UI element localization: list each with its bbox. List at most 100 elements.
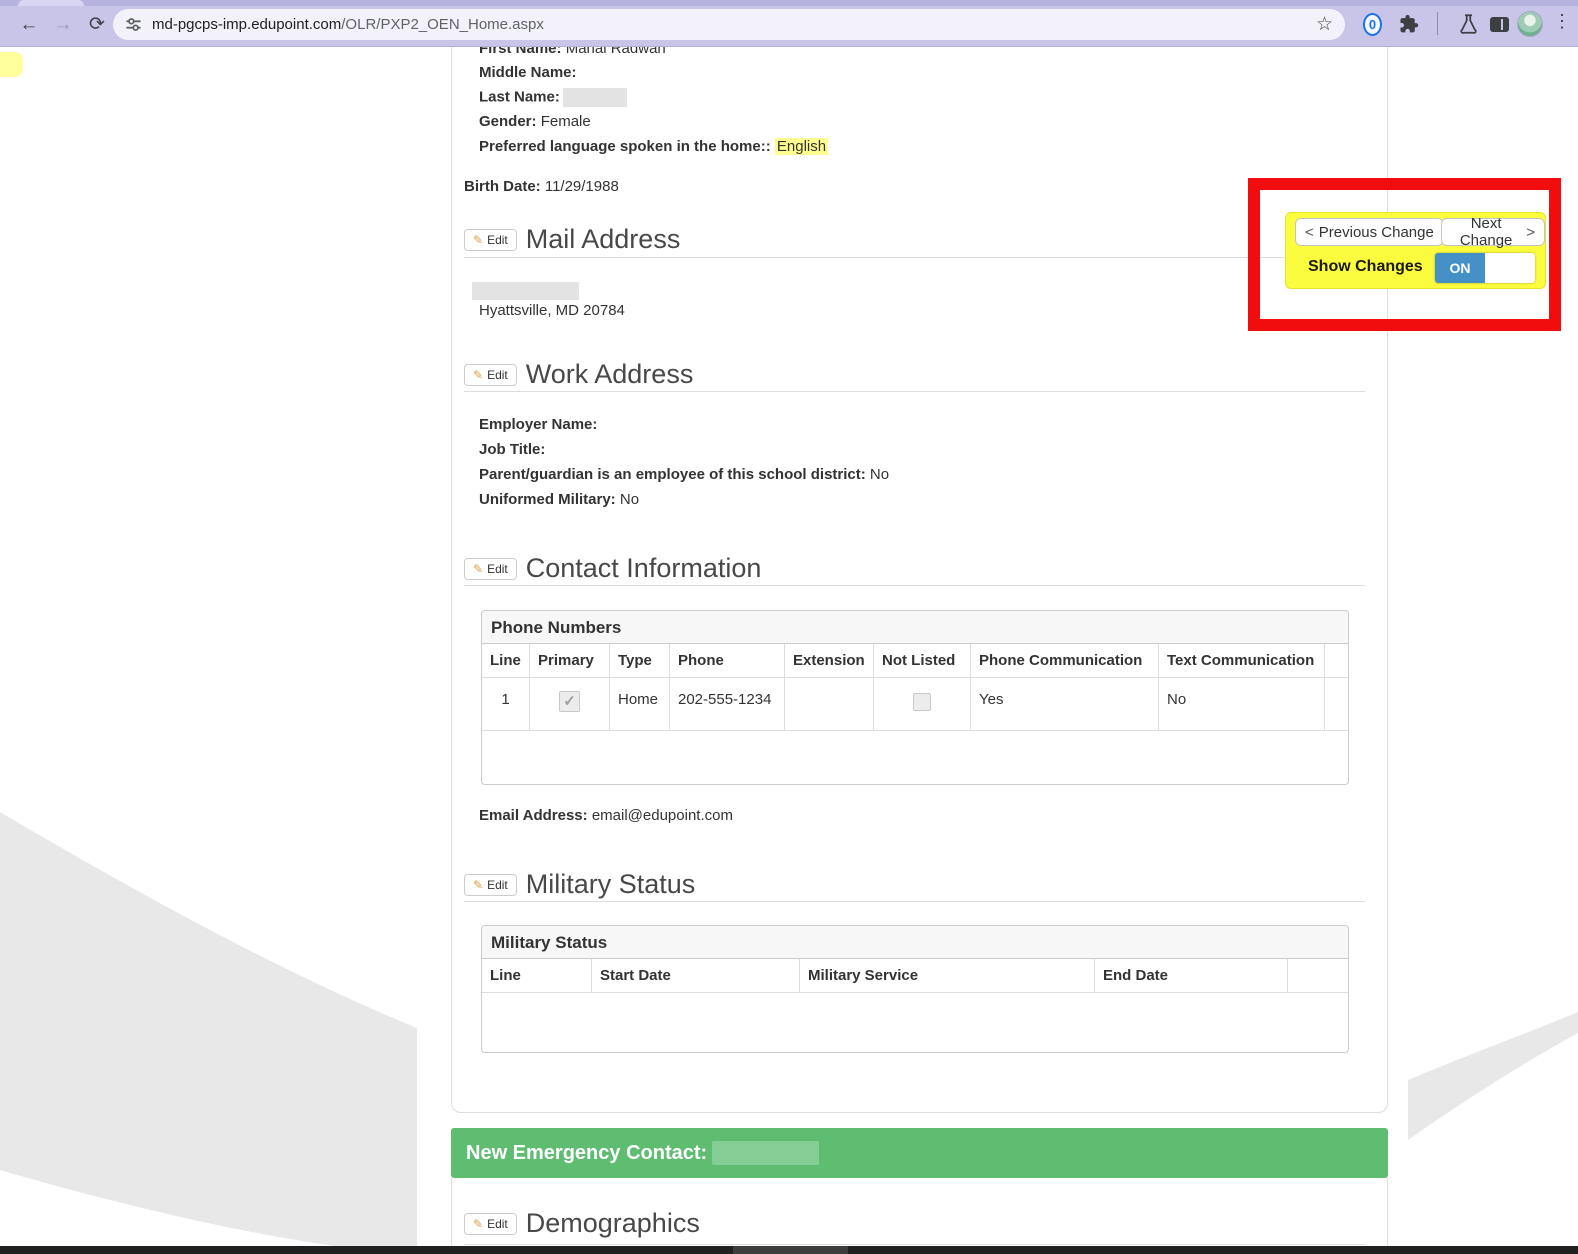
site-info-icon[interactable] — [125, 16, 142, 33]
mail-address-section-header: ✎Edit Mail Address — [464, 224, 1365, 255]
show-changes-toggle[interactable]: ON — [1435, 253, 1535, 283]
email-address-value: email@edupoint.com — [592, 807, 733, 824]
phone-line-cell: 1 — [482, 678, 530, 730]
phone-blank-cell — [1325, 678, 1348, 730]
edit-military-status-button[interactable]: ✎Edit — [464, 874, 517, 896]
district-employee-value: No — [870, 466, 889, 483]
birth-date-field: Birth Date: 11/29/1988 — [464, 178, 619, 195]
city-state-zip: Hyattsville, MD 20784 — [479, 302, 625, 319]
active-tab[interactable] — [18, 0, 84, 6]
military-status-title: Military Status — [526, 869, 696, 900]
birth-date-value: 11/29/1988 — [545, 178, 619, 195]
contact-information-section-header: ✎ Edit Contact Information — [464, 553, 1365, 584]
next-change-button[interactable]: Next Change > — [1441, 218, 1545, 246]
menu-kebab-icon[interactable]: ⋮ — [1552, 11, 1572, 32]
military-status-section-header: ✎Edit Military Status — [464, 869, 1365, 900]
phone-numbers-panel: Phone Numbers Line Primary Type Phone Ex… — [481, 610, 1349, 785]
edit-button-label: Edit — [487, 233, 508, 247]
new-emergency-contact-label: New Emergency Contact: — [466, 1142, 707, 1165]
back-button[interactable]: ← — [16, 12, 42, 38]
col-header-not-listed: Not Listed — [874, 644, 971, 677]
address-bar[interactable]: md-pgcps-imp.edupoint.com/OLR/PXP2_OEN_H… — [113, 9, 1345, 40]
url-path: /OLR/PXP2_OEN_Home.aspx — [341, 16, 544, 33]
middle-name-label: Middle Name: — [479, 64, 577, 81]
phone-type-cell: Home — [610, 678, 670, 730]
demographics-section-header: ✎Edit Demographics — [464, 1208, 1365, 1239]
gender-field: Gender: Female — [479, 113, 591, 130]
col-header-end-date: End Date — [1095, 959, 1288, 992]
phone-table-header-row: Line Primary Type Phone Extension Not Li… — [482, 644, 1348, 678]
side-panel-icon[interactable] — [1490, 17, 1509, 32]
phone-number-cell: 202-555-1234 — [670, 678, 785, 730]
col-header-blank — [1288, 959, 1348, 992]
uniformed-military-label: Uniformed Military: — [479, 491, 616, 508]
contact-information-title: Contact Information — [526, 553, 762, 584]
col-header-line: Line — [482, 644, 530, 677]
chevron-right-icon: > — [1526, 224, 1535, 241]
employer-name-label: Employer Name: — [479, 416, 597, 433]
previous-change-button[interactable]: < Previous Change — [1295, 218, 1444, 246]
pencil-icon: ✎ — [473, 562, 483, 576]
previous-change-label: Previous Change — [1319, 224, 1434, 241]
toggle-on-state: ON — [1435, 253, 1485, 283]
employer-name-field: Employer Name: — [479, 416, 597, 433]
phone-numbers-panel-title: Phone Numbers — [482, 611, 1348, 644]
bottom-taskbar-edge — [0, 1246, 1578, 1254]
show-changes-label: Show Changes — [1308, 258, 1423, 276]
language-field: Preferred language spoken in the home:: … — [479, 138, 828, 155]
col-header-text-communication: Text Communication — [1159, 644, 1325, 677]
forward-button[interactable]: → — [50, 12, 76, 38]
email-address-label: Email Address: — [479, 807, 588, 824]
col-header-primary: Primary — [530, 644, 610, 677]
edit-contact-information-button[interactable]: ✎ Edit — [464, 558, 517, 580]
phone-primary-cell: ✓ — [530, 678, 610, 730]
section-divider — [464, 257, 1365, 258]
edit-mail-address-button[interactable]: ✎ Edit — [464, 229, 517, 251]
job-title-label: Job Title: — [479, 441, 545, 458]
last-name-redaction — [563, 88, 627, 107]
show-changes-panel: < Previous Change Next Change > Show Cha… — [1285, 212, 1546, 289]
work-address-section-header: ✎Edit Work Address — [464, 359, 1365, 390]
primary-checkbox-checked[interactable]: ✓ — [559, 691, 580, 712]
pencil-icon: ✎ — [473, 368, 483, 382]
edit-button-label: Edit — [487, 562, 508, 576]
language-value-highlighted: English — [775, 138, 828, 155]
col-header-phone: Phone — [670, 644, 785, 677]
new-emergency-contact-banner: New Emergency Contact: — [451, 1128, 1388, 1178]
phone-not-listed-cell — [874, 678, 971, 730]
profile-avatar[interactable] — [1517, 11, 1543, 37]
reload-button[interactable]: ⟳ — [84, 12, 110, 38]
bookmark-star-icon[interactable]: ☆ — [1316, 13, 1333, 36]
gender-label: Gender: — [479, 113, 537, 130]
text-communication-cell: No — [1159, 678, 1325, 730]
uniformed-military-value: No — [620, 491, 639, 508]
pencil-icon: ✎ — [473, 1217, 483, 1231]
edit-demographics-button[interactable]: ✎Edit — [464, 1213, 517, 1235]
col-header-phone-communication: Phone Communication — [971, 644, 1159, 677]
street-address-redaction — [472, 282, 579, 300]
edit-button-label: Edit — [487, 368, 508, 382]
emergency-contact-name-redaction — [712, 1141, 819, 1165]
next-change-label: Next Change — [1451, 215, 1521, 249]
chevron-left-icon: < — [1305, 224, 1314, 241]
language-label: Preferred language spoken in the home:: — [479, 138, 771, 155]
url-text: md-pgcps-imp.edupoint.com/OLR/PXP2_OEN_H… — [152, 16, 544, 33]
phone-communication-cell: Yes — [971, 678, 1159, 730]
middle-name-field: Middle Name: — [479, 64, 577, 81]
district-employee-label: Parent/guardian is an employee of this s… — [479, 466, 866, 483]
chrome-labs-flask-icon[interactable] — [1458, 13, 1479, 35]
password-manager-badge-icon[interactable]: 0 — [1363, 13, 1382, 36]
phone-table-row: 1 ✓ Home 202-555-1234 Yes No — [482, 678, 1348, 731]
birth-date-label: Birth Date: — [464, 178, 541, 195]
email-address-field: Email Address: email@edupoint.com — [479, 807, 733, 824]
not-listed-checkbox-unchecked[interactable] — [913, 693, 931, 711]
pencil-icon: ✎ — [473, 878, 483, 892]
toolbar-divider — [1437, 12, 1438, 35]
yellow-side-tab[interactable] — [0, 52, 23, 77]
extensions-puzzle-icon[interactable] — [1399, 14, 1419, 34]
pencil-icon: ✎ — [473, 233, 483, 247]
edit-work-address-button[interactable]: ✎ Edit — [464, 364, 517, 386]
military-status-panel-title: Military Status — [482, 926, 1348, 959]
gender-value: Female — [541, 113, 591, 130]
col-header-extension: Extension — [785, 644, 874, 677]
